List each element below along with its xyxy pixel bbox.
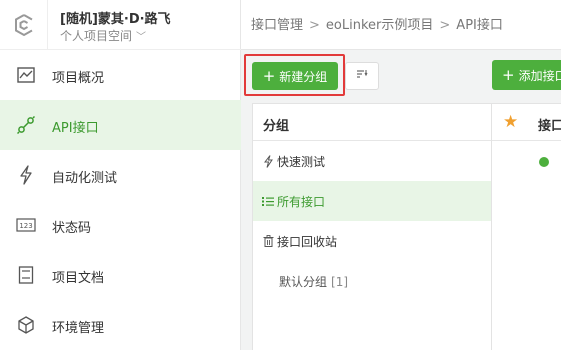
api-list-row[interactable] — [492, 141, 561, 181]
default-group-label: 默认分组 — [279, 275, 328, 289]
project-space-selector[interactable]: 个人项目空间 ﹀ — [60, 27, 146, 44]
project-space-label: 个人项目空间 — [60, 29, 133, 43]
group-panel: 分组 快速测试 所有接口 接口回收站 默认分组 [1] — [252, 103, 492, 350]
sidebar-item-automation[interactable]: 自动化测试 — [0, 150, 241, 200]
chart-line-icon — [16, 65, 36, 85]
sidebar-item-label: 状态码 — [52, 221, 92, 236]
eolinker-logo-icon[interactable] — [12, 13, 36, 37]
list-icon — [261, 194, 275, 208]
new-group-label: 新建分组 — [279, 69, 328, 84]
plus-icon: + — [262, 66, 276, 85]
lightning-icon — [261, 154, 275, 168]
sidebar-item-status-code[interactable]: 123 状态码 — [0, 200, 241, 250]
breadcrumb-separator: > — [439, 18, 451, 33]
api-link-icon — [16, 115, 36, 135]
group-item-quick-test[interactable]: 快速测试 — [253, 141, 491, 181]
breadcrumb-item[interactable]: API接口 — [456, 18, 503, 33]
group-item-all-apis[interactable]: 所有接口 — [253, 181, 491, 221]
group-item-label: 接口回收站 — [277, 235, 338, 249]
api-list-title: 接口 — [538, 119, 561, 134]
top-bar: 接口管理 > eoLinker示例项目 > API接口 — [241, 0, 561, 50]
sidebar-item-label: API接口 — [52, 121, 99, 136]
group-item-label: 所有接口 — [277, 195, 326, 209]
sidebar: [随机]蒙其·D·路飞 个人项目空间 ﹀ 项目概况 API接口 自动化测试 123 — [0, 0, 241, 350]
api-list-header: ★ 接口 — [492, 104, 561, 141]
sidebar-item-overview[interactable]: 项目概况 — [0, 50, 241, 100]
group-item-recycle-bin[interactable]: 接口回收站 — [253, 221, 491, 261]
add-api-button[interactable]: + 添加接口 — [492, 60, 561, 90]
sidebar-item-api[interactable]: API接口 — [0, 100, 241, 150]
breadcrumb-item[interactable]: 接口管理 — [251, 18, 303, 33]
document-icon — [16, 265, 36, 285]
lightning-icon — [16, 165, 36, 185]
header-divider — [47, 0, 48, 50]
breadcrumb: 接口管理 > eoLinker示例项目 > API接口 — [251, 14, 503, 33]
status-dot-icon — [539, 157, 549, 167]
sidebar-item-label: 自动化测试 — [52, 171, 118, 186]
sidebar-nav: 项目概况 API接口 自动化测试 123 状态码 项目文档 环境管理 — [0, 50, 241, 350]
api-list-panel: ★ 接口 — [492, 103, 561, 350]
sort-icon — [356, 68, 368, 84]
add-api-label: 添加接口 — [518, 68, 561, 83]
group-item-label: 快速测试 — [277, 155, 326, 169]
sidebar-item-docs[interactable]: 项目文档 — [0, 250, 241, 300]
group-item-label: 默认分组 [1] — [279, 273, 348, 290]
sidebar-item-label: 项目文档 — [52, 271, 105, 286]
project-header[interactable]: [随机]蒙其·D·路飞 个人项目空间 ﹀ — [0, 0, 241, 50]
project-name: [随机]蒙其·D·路飞 — [60, 12, 171, 27]
group-count: [1] — [331, 275, 349, 289]
plus-icon: + — [502, 65, 515, 84]
breadcrumb-separator: > — [309, 18, 320, 33]
group-panel-header: 分组 — [253, 104, 491, 141]
svg-text:123: 123 — [19, 222, 32, 230]
group-panel-title: 分组 — [263, 119, 290, 134]
trash-icon — [261, 234, 275, 248]
status-code-icon: 123 — [16, 215, 36, 235]
sort-button[interactable] — [345, 62, 379, 90]
environment-cube-icon — [16, 315, 36, 335]
chevron-down-icon: ﹀ — [136, 32, 147, 43]
breadcrumb-item[interactable]: eoLinker示例项目 — [326, 18, 433, 33]
star-icon[interactable]: ★ — [503, 112, 518, 132]
sidebar-item-environment[interactable]: 环境管理 — [0, 300, 241, 350]
sidebar-item-label: 环境管理 — [52, 321, 105, 336]
group-item-default[interactable]: 默认分组 [1] — [253, 261, 491, 301]
new-group-button[interactable]: + 新建分组 — [252, 62, 338, 90]
sidebar-item-label: 项目概况 — [52, 71, 105, 86]
